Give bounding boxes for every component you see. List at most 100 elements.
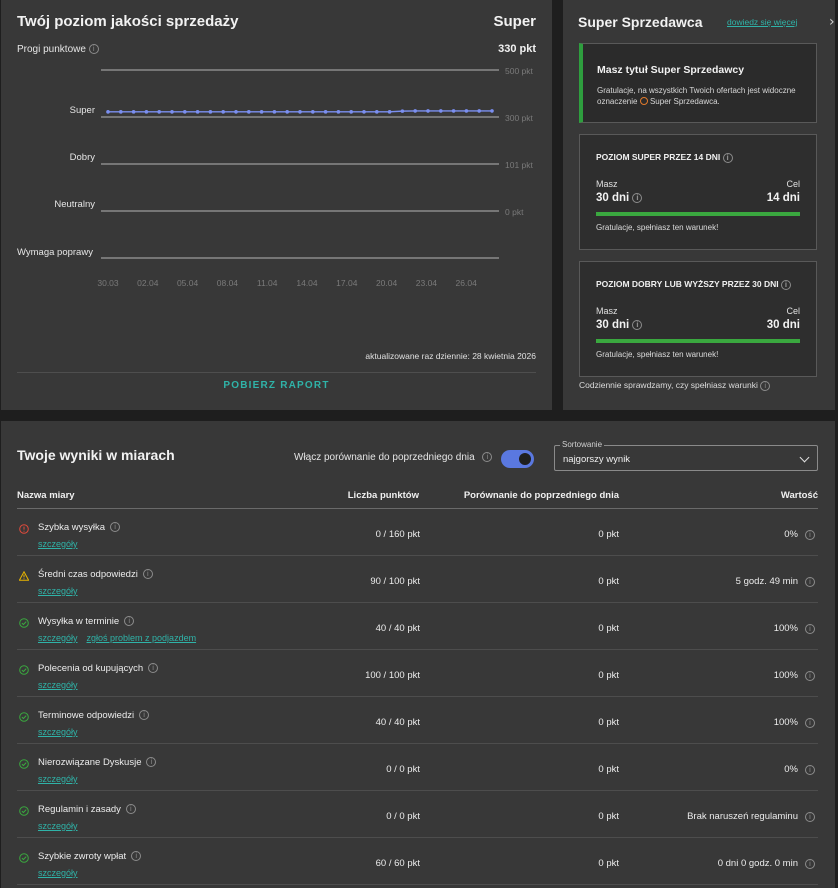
have-info-icon[interactable]: i [632,319,643,330]
learn-more-link[interactable]: dowiedz się więcej [727,17,797,27]
table-row: Szybkie zwroty wpłat i szczegóły 60 / 60 pk… [17,838,818,885]
metric-name-text: Polecenia od kupujących [38,663,144,674]
check-circle-icon [19,618,29,628]
series-point[interactable] [387,110,392,114]
series-point[interactable] [221,110,225,114]
error-icon [19,524,29,534]
value-info-icon[interactable]: i [805,671,815,681]
metric-links: szczegóły [38,539,87,549]
value-info-icon[interactable]: i [805,859,815,869]
row-link[interactable]: szczegóły [38,586,78,596]
row-link[interactable]: szczegóły [38,868,78,878]
compare-info-icon[interactable]: i [482,452,493,463]
table-row: Polecenia od kupujących i szczegóły 100 / 1… [17,650,818,697]
series-point[interactable] [183,110,187,114]
series-point[interactable] [119,110,123,114]
super-seller-shield-icon [639,97,648,105]
level-label: Dobry [70,152,96,163]
series-point[interactable] [311,110,315,114]
series-point[interactable] [464,109,469,113]
series-point[interactable] [323,110,328,114]
super-seller-title: Super Sprzedawca [578,14,703,30]
row-link[interactable]: szczegóły [38,727,78,737]
have-value-text: 30 dni [596,319,630,331]
metric-points: 0 / 160 pkt [375,529,420,540]
metric-info-icon[interactable]: i [124,616,135,627]
value-info-icon[interactable]: i [805,624,815,634]
series-point[interactable] [490,109,494,113]
metric-points: 40 / 40 pkt [375,717,420,728]
metric-value: Brak naruszeń regulaminu [687,811,798,822]
series-point[interactable] [400,109,405,113]
series-point[interactable] [157,110,161,114]
series-point[interactable] [234,110,238,114]
metric-name-text: Terminowe odpowiedzi [38,710,135,721]
metric-info-icon[interactable]: i [148,663,159,674]
table-row: Nierozwiązane Dyskusje i szczegóły 0 / 0 pk… [17,744,818,791]
metric-name: Szybka wysyłka i [38,522,121,533]
have-info-icon[interactable]: i [632,192,643,203]
metric-links: szczegóły [38,868,87,878]
row-link[interactable]: szczegóły [38,633,78,643]
series-point[interactable] [144,110,149,114]
metric-info-icon[interactable]: i [142,569,153,580]
row-link[interactable]: szczegóły [38,774,78,784]
series-point[interactable] [298,110,302,114]
value-info-icon[interactable]: i [805,812,815,822]
metric-info-icon[interactable]: i [146,757,157,768]
metric-info-icon[interactable]: i [110,522,121,533]
condition-info-icon[interactable]: i [780,279,791,290]
toggle-knob [519,453,531,465]
series-point[interactable] [349,110,354,114]
series-point[interactable] [375,110,379,114]
condition-info-icon[interactable]: i [722,152,733,163]
series-point[interactable] [426,109,430,113]
series-point[interactable] [106,110,110,114]
compare-label-text: Włącz porównanie do poprzedniego dnia [294,452,475,463]
value-info-icon[interactable]: i [805,718,815,728]
value-info-icon[interactable]: i [805,530,815,540]
value-info-icon[interactable]: i [805,765,815,775]
metric-info-icon[interactable]: i [125,804,136,815]
series-point[interactable] [451,109,456,113]
threshold-tick-label: 101 pkt [505,160,534,170]
metrics-title: Twoje wyniki w miarach [17,447,175,463]
metric-info-icon[interactable]: i [131,851,142,862]
level-label: Wymaga poprawy [17,247,93,258]
metric-info-icon[interactable]: i [139,710,150,721]
table-row: Średni czas odpowiedzi i szczegóły 90 / 100… [17,556,818,603]
series-point[interactable] [195,110,200,114]
series-point[interactable] [413,109,418,113]
series-point[interactable] [259,110,264,114]
series-point[interactable] [208,110,213,114]
goal-label: Cel [786,179,800,189]
metric-name: Nierozwiązane Dyskusje i [38,757,157,768]
chevron-right-icon[interactable]: › [829,14,835,30]
download-report-button[interactable]: POBIERZ RAPORT [1,380,552,391]
series-point[interactable] [170,110,174,114]
column-header-points: Liczba punktów [347,490,419,501]
compare-toggle[interactable] [501,450,534,468]
sort-select[interactable]: Sortowanie najgorszy wynik [554,440,818,471]
x-tick-label: 08.04 [217,278,239,288]
series-point[interactable] [477,109,482,113]
level-label: Super [70,105,95,116]
series-point[interactable] [247,110,251,114]
series-point[interactable] [131,110,136,114]
series-point[interactable] [272,110,277,114]
series-point[interactable] [439,109,443,113]
series-point[interactable] [336,110,341,114]
daily-check-info-icon[interactable]: i [760,380,771,391]
series-point[interactable] [285,110,290,114]
row-link[interactable]: szczegóły [38,821,78,831]
goal-value: 14 dni [766,192,800,204]
table-row: Terminowe odpowiedzi i szczegóły 40 / 40 pk… [17,697,818,744]
row-link[interactable]: szczegóły [38,539,78,549]
have-value: 30 dni i [596,319,643,331]
row-link[interactable]: zgłoś problem z podjazdem [87,633,197,643]
row-link[interactable]: szczegóły [38,680,78,690]
value-info-icon[interactable]: i [805,577,815,587]
series-point[interactable] [362,110,366,114]
metric-name-text: Nierozwiązane Dyskusje [38,757,142,768]
condition-box-good-30: POZIOM DOBRY LUB WYŻSZY PRZEZ 30 DNI i M… [579,261,817,377]
